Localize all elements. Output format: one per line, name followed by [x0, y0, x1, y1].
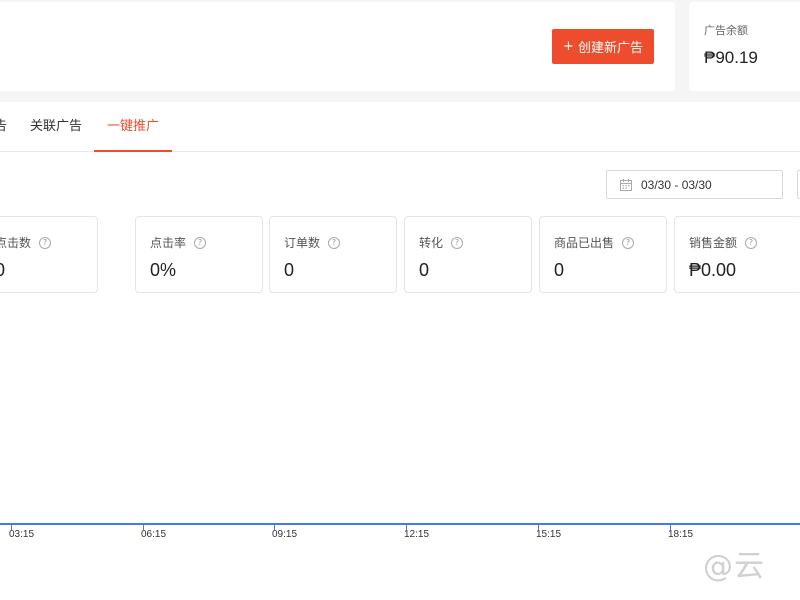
metric-label: 点击数 [0, 236, 32, 250]
metric-card-conversions[interactable]: 转化 ? 0 [404, 216, 532, 293]
metric-label: 订单数 [284, 236, 321, 250]
metric-label: 商品已出售 [554, 236, 615, 250]
metric-value: 0 [284, 260, 295, 280]
metric-card-ctr[interactable]: 点击率 ? 0% [135, 216, 263, 293]
ad-balance-value: ₱90.19 [704, 48, 758, 67]
metric-card-items-sold[interactable]: 商品已出售 ? 0 [539, 216, 667, 293]
x-axis-tick-label: 09:15 [272, 529, 298, 540]
tab-partial[interactable]: 告 [0, 102, 7, 152]
help-icon[interactable]: ? [328, 236, 341, 249]
help-icon[interactable]: ? [745, 236, 758, 249]
metric-label-row: 订单数 ? [284, 234, 341, 251]
metric-card-sales[interactable]: 销售金额 ? ₱0.00 [674, 216, 800, 293]
metric-label-row: 转化 ? [419, 234, 464, 251]
metric-label-row: 点击率 ? [150, 234, 207, 251]
date-range-picker[interactable]: 03/30 - 03/30 [606, 170, 783, 199]
x-axis-tick-label: 18:15 [668, 529, 694, 540]
metric-value: 0 [419, 260, 430, 280]
metric-value: 0 [554, 260, 565, 280]
calendar-icon [620, 178, 632, 191]
metric-label: 转化 [419, 236, 444, 250]
help-icon[interactable]: ? [622, 236, 635, 249]
x-axis-tick-label: 03:15 [9, 529, 35, 540]
x-axis-tick-label: 06:15 [141, 529, 167, 540]
metric-label-row: 商品已出售 ? [554, 234, 635, 251]
help-icon[interactable]: ? [39, 236, 52, 249]
watermark-text: @云 [703, 549, 765, 584]
plus-icon: + [563, 39, 574, 54]
metric-value: 0 [0, 260, 6, 280]
metric-label: 销售金额 [689, 236, 738, 250]
ad-type-tabs: 告 关联广告 一键推广 [0, 102, 800, 152]
date-range-text: 03/30 - 03/30 [641, 177, 712, 192]
help-icon[interactable]: ? [194, 236, 207, 249]
metric-label-row: 销售金额 ? [689, 234, 758, 251]
create-new-ad-label: 创建新广告 [577, 41, 643, 56]
help-icon[interactable]: ? [451, 236, 464, 249]
metric-card-orders[interactable]: 订单数 ? 0 [269, 216, 397, 293]
x-axis-tick-label: 15:15 [536, 529, 562, 540]
create-new-ad-button[interactable]: + 创建新广告 [552, 29, 654, 64]
metric-label-row: 点击数 ? [0, 234, 52, 251]
metric-label: 点击率 [150, 236, 187, 250]
chart-line [0, 523, 800, 525]
metric-card-clicks[interactable]: 点击数 ? 0 [0, 216, 98, 293]
tab-one-click-promotion[interactable]: 一键推广 [94, 102, 172, 152]
metric-value: ₱0.00 [689, 260, 737, 280]
performance-panel: 告 关联广告 一键推广 03/30 - 03/30 点击数 ? 0 点击率 ? [0, 102, 800, 600]
ad-balance-card: 广告余额 ₱90.19 [689, 2, 800, 91]
ad-balance-label: 广告余额 [704, 24, 748, 37]
metric-value: 0% [150, 260, 177, 280]
tab-linked-ads[interactable]: 关联广告 [30, 102, 82, 152]
x-axis-tick-label: 12:15 [404, 529, 430, 540]
